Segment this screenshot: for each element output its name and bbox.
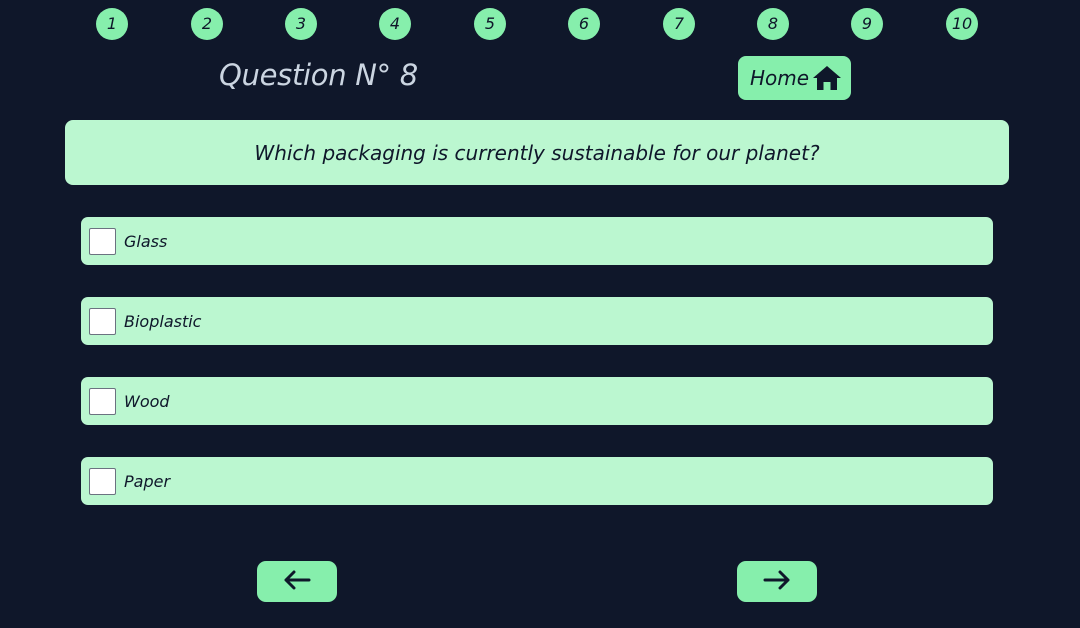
question-box: Which packaging is currently sustainable… xyxy=(65,120,1009,185)
question-nav-10[interactable]: 10 xyxy=(946,8,978,40)
next-button[interactable] xyxy=(737,561,817,602)
question-nav-5[interactable]: 5 xyxy=(474,8,506,40)
answer-option-glass[interactable]: Glass xyxy=(81,217,993,265)
answer-label: Paper xyxy=(124,471,171,491)
answer-checkbox[interactable] xyxy=(89,387,116,415)
question-nav-3[interactable]: 3 xyxy=(285,8,317,40)
answer-checkbox[interactable] xyxy=(89,227,116,255)
answer-label: Glass xyxy=(124,231,168,251)
home-button-label: Home xyxy=(750,66,810,90)
question-nav-2[interactable]: 2 xyxy=(191,8,223,40)
home-icon xyxy=(812,65,842,91)
answer-option-wood[interactable]: Wood xyxy=(81,377,993,425)
answer-checkbox[interactable] xyxy=(89,307,116,335)
question-number-nav: 1 2 3 4 5 6 7 8 9 10 xyxy=(96,8,978,40)
arrow-right-icon xyxy=(763,570,791,594)
arrow-left-icon xyxy=(283,570,311,594)
question-nav-4[interactable]: 4 xyxy=(379,8,411,40)
quiz-app: 1 2 3 4 5 6 7 8 9 10 Question N° 8 Home … xyxy=(0,0,1080,628)
home-button[interactable]: Home xyxy=(738,56,851,100)
page-title: Question N° 8 xyxy=(219,58,418,92)
question-nav-8[interactable]: 8 xyxy=(757,8,789,40)
answer-checkbox[interactable] xyxy=(89,467,116,495)
answer-option-paper[interactable]: Paper xyxy=(81,457,993,505)
answer-label: Wood xyxy=(124,391,170,411)
previous-button[interactable] xyxy=(257,561,337,602)
question-text: Which packaging is currently sustainable… xyxy=(254,140,820,165)
question-nav-9[interactable]: 9 xyxy=(851,8,883,40)
question-nav-7[interactable]: 7 xyxy=(663,8,695,40)
answer-label: Bioplastic xyxy=(124,311,202,331)
question-nav-1[interactable]: 1 xyxy=(96,8,128,40)
question-nav-6[interactable]: 6 xyxy=(568,8,600,40)
answer-option-bioplastic[interactable]: Bioplastic xyxy=(81,297,993,345)
